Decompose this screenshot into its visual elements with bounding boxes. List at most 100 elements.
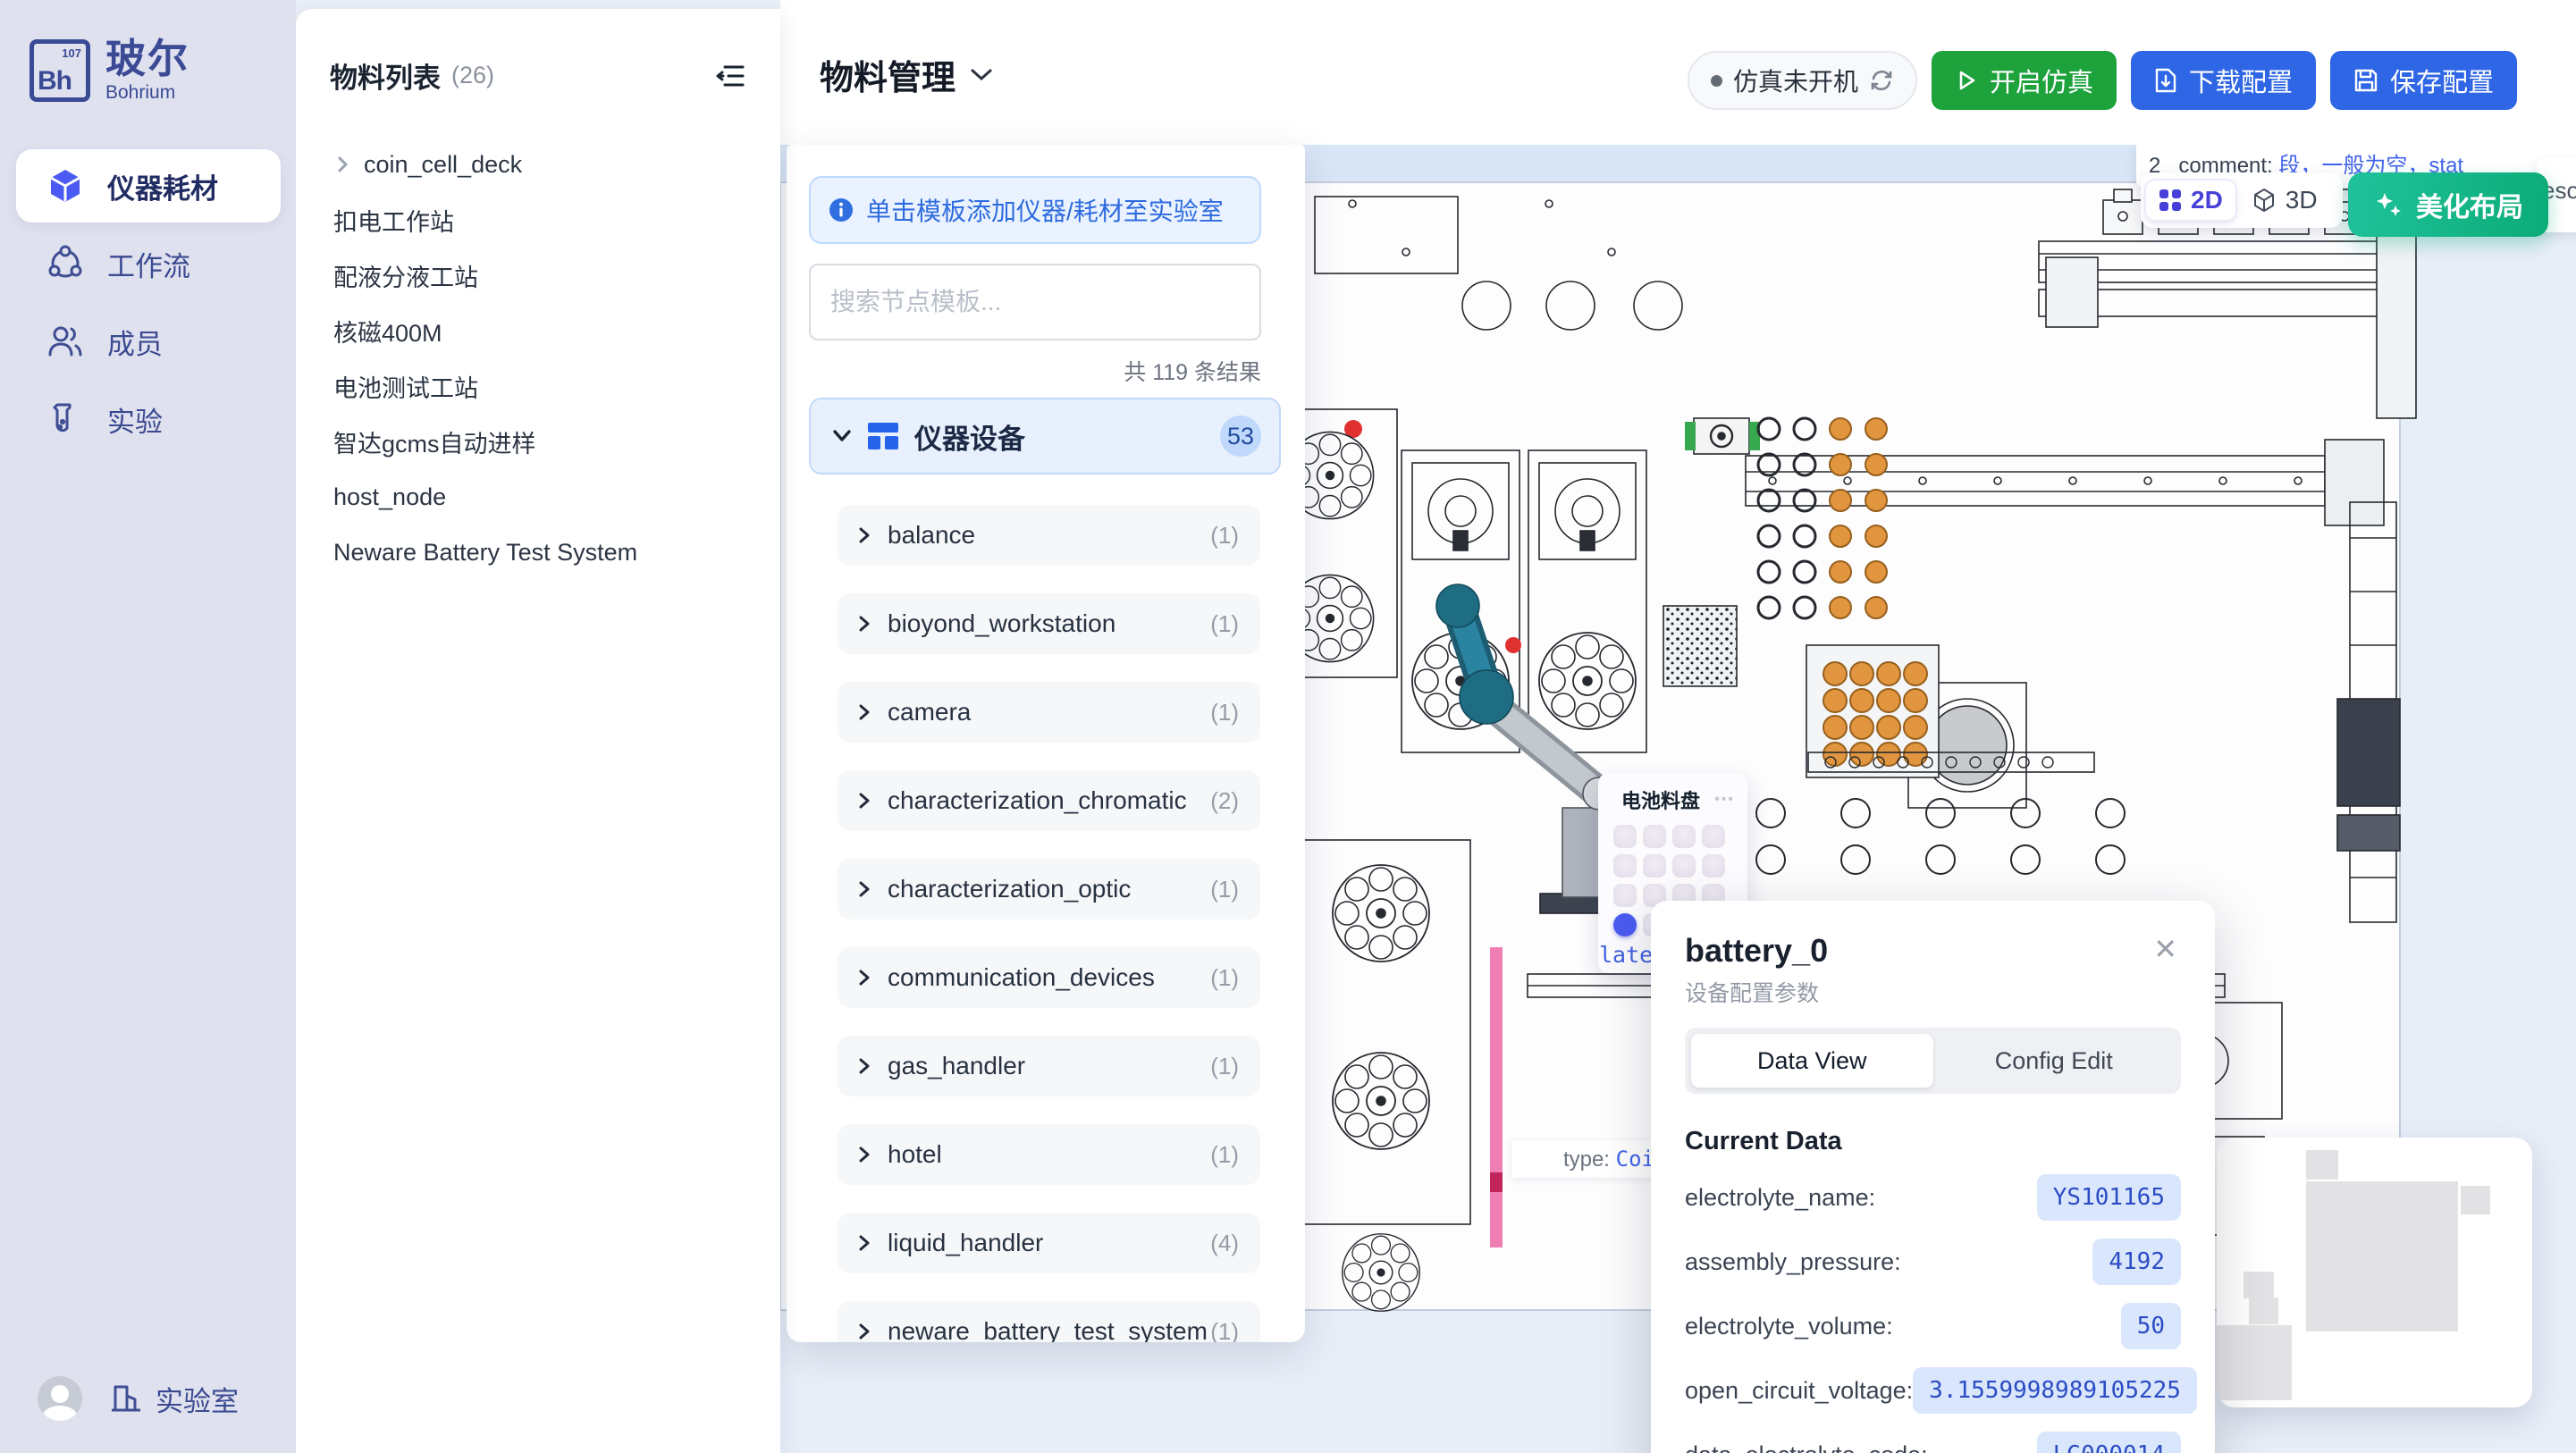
cube-icon — [46, 167, 84, 205]
workflow-icon — [46, 245, 84, 282]
chevron-right-icon — [857, 526, 871, 544]
app-sidebar: 107 Bh 玻尔 Bohrium 仪器耗材 工作流 — [0, 0, 296, 1453]
download-file-icon — [2154, 67, 2177, 94]
category-row-characterization-optic[interactable]: characterization_optic(1) — [838, 859, 1260, 920]
chevron-right-icon — [857, 615, 871, 633]
chevron-right-icon — [857, 703, 871, 721]
view-mode-toggle: 2D 3D — [2141, 172, 2343, 228]
tray-slot[interactable] — [1702, 854, 1725, 878]
category-row-camera[interactable]: camera(1) — [838, 682, 1260, 743]
start-simulation-label: 开启仿真 — [1990, 62, 2093, 99]
popup-title: battery_0 — [1685, 931, 2150, 970]
save-config-button[interactable]: 保存配置 — [2330, 51, 2517, 110]
tray-slot[interactable] — [1613, 884, 1637, 907]
tray-slot[interactable] — [1643, 854, 1666, 878]
sidebar-item-label: 仪器耗材 — [107, 166, 218, 206]
material-item[interactable]: 核磁400M — [333, 303, 780, 358]
sidebar-item-label: 工作流 — [107, 244, 190, 284]
material-item[interactable]: 电池测试工站 — [333, 358, 780, 414]
sidebar-item-label: 实验 — [107, 399, 163, 440]
brand-name: 玻尔 — [105, 39, 189, 79]
minimap[interactable] — [2217, 1138, 2532, 1407]
toggle-2d-button[interactable]: 2D — [2146, 181, 2235, 220]
page-title-menu[interactable]: 物料管理 — [820, 50, 993, 99]
node-template-panel: 单击模板添加仪器/耗材至实验室 共 119 条结果 仪器设备 53 balanc… — [787, 145, 1305, 1342]
status-dot — [1711, 75, 1722, 87]
download-config-label: 下载配置 — [2189, 62, 2293, 99]
materials-list-panel: 物料列表 (26) coin_cell_deck 扣电工作站 配液分液工站 核磁… — [296, 9, 780, 1453]
template-search — [809, 264, 1261, 340]
field-electrolyte-name: electrolyte_name: YS101165 — [1685, 1174, 2181, 1221]
bohrium-logo[interactable]: 107 Bh 玻尔 Bohrium — [29, 39, 189, 104]
simulation-status-pill[interactable]: 仿真未开机 — [1688, 51, 1917, 110]
beautify-layout-button[interactable]: 美化布局 — [2348, 172, 2548, 237]
device-config-popup: battery_0 ✕ 设备配置参数 Data View Config Edit… — [1651, 901, 2215, 1453]
current-data-heading: Current Data — [1685, 1126, 2181, 1156]
tray-menu-dots-icon[interactable]: ••• — [1714, 792, 1735, 808]
material-item[interactable]: host_node — [333, 469, 780, 525]
popup-tabs: Data View Config Edit — [1685, 1028, 2181, 1094]
materials-list-count: (26) — [451, 62, 716, 89]
field-value: LG000014 — [2037, 1432, 2181, 1453]
material-item[interactable]: 配液分液工站 — [333, 248, 780, 303]
field-open-circuit-voltage: open_circuit_voltage: 3.1559998989105225 — [1685, 1367, 2181, 1414]
lab-switcher-label: 实验室 — [156, 1379, 239, 1419]
material-item[interactable]: Neware Battery Test System — [333, 525, 780, 580]
app-root: 2 _comment: 段，一般为空，stat 固定 2D 3D — [0, 0, 2576, 1453]
field-label: electrolyte_volume: — [1685, 1313, 1893, 1340]
field-assembly-pressure: assembly_pressure: 4192 — [1685, 1239, 2181, 1285]
page-title: 物料管理 — [820, 50, 955, 99]
category-row-balance[interactable]: balance(1) — [838, 505, 1260, 566]
download-config-button[interactable]: 下载配置 — [2131, 51, 2316, 110]
toggle-3d-button[interactable]: 3D — [2239, 181, 2330, 220]
lab-switcher[interactable]: 实验室 — [109, 1379, 239, 1419]
refresh-icon[interactable] — [1869, 68, 1894, 93]
sidebar-item-instruments[interactable]: 仪器耗材 — [16, 149, 281, 223]
category-row-communication-devices[interactable]: communication_devices(1) — [838, 947, 1260, 1008]
material-item-coin-cell-deck[interactable]: coin_cell_deck — [333, 137, 780, 192]
field-label: open_circuit_voltage: — [1685, 1377, 1913, 1405]
category-row-gas-handler[interactable]: gas_handler(1) — [838, 1036, 1260, 1096]
chevron-right-icon — [857, 1057, 871, 1075]
category-row-liquid-handler[interactable]: liquid_handler(4) — [838, 1213, 1260, 1273]
sparkles-icon — [2373, 189, 2403, 220]
close-icon[interactable]: ✕ — [2150, 931, 2181, 967]
category-row-bioyond-workstation[interactable]: bioyond_workstation(1) — [838, 593, 1260, 654]
category-row-hotel[interactable]: hotel(1) — [838, 1124, 1260, 1185]
tab-config-edit[interactable]: Config Edit — [1933, 1034, 2176, 1088]
sidebar-item-label: 成员 — [107, 322, 163, 362]
collapse-panel-icon[interactable] — [716, 63, 745, 88]
template-search-input[interactable] — [811, 288, 1259, 316]
tab-data-view[interactable]: Data View — [1691, 1034, 1933, 1088]
sidebar-item-members[interactable]: 成员 — [16, 305, 281, 378]
tray-slot[interactable] — [1613, 854, 1637, 878]
user-avatar[interactable] — [38, 1376, 82, 1421]
field-data-electrolyte-code: data_electrolyte_code: LG000014 — [1685, 1432, 2181, 1453]
sidebar-item-workflow[interactable]: 工作流 — [16, 227, 281, 300]
save-icon — [2353, 68, 2378, 93]
tray-slot-selected-battery-0[interactable] — [1613, 913, 1637, 936]
test-tube-icon — [46, 400, 84, 438]
field-value: 50 — [2121, 1303, 2181, 1349]
chevron-right-icon — [857, 880, 871, 898]
tray-slot[interactable] — [1702, 825, 1725, 848]
material-item[interactable]: 扣电工作站 — [333, 192, 780, 248]
field-value: YS101165 — [2037, 1174, 2181, 1221]
info-icon — [829, 197, 854, 223]
tray-slot[interactable] — [1613, 825, 1637, 848]
tray-slot[interactable] — [1672, 854, 1696, 878]
start-simulation-button[interactable]: 开启仿真 — [1932, 51, 2117, 110]
sidebar-item-experiments[interactable]: 实验 — [16, 382, 281, 456]
category-row-neware-battery-test-system[interactable]: neware_battery_test_system(1) — [838, 1301, 1260, 1342]
tray-slot[interactable] — [1672, 825, 1696, 848]
field-value: 4192 — [2092, 1239, 2181, 1285]
chevron-right-icon — [857, 1323, 871, 1340]
chevron-right-icon — [857, 792, 871, 810]
tray-slot[interactable] — [1643, 825, 1666, 848]
grid-2d-icon — [2159, 189, 2182, 212]
hint-banner: 单击模板添加仪器/耗材至实验室 — [809, 176, 1261, 244]
material-item[interactable]: 智达gcms自动进样 — [333, 414, 780, 469]
bohrium-logo-mark: 107 Bh — [29, 39, 90, 102]
category-group-instruments[interactable]: 仪器设备 53 — [809, 398, 1281, 475]
category-row-characterization-chromatic[interactable]: characterization_chromatic(2) — [838, 770, 1260, 831]
